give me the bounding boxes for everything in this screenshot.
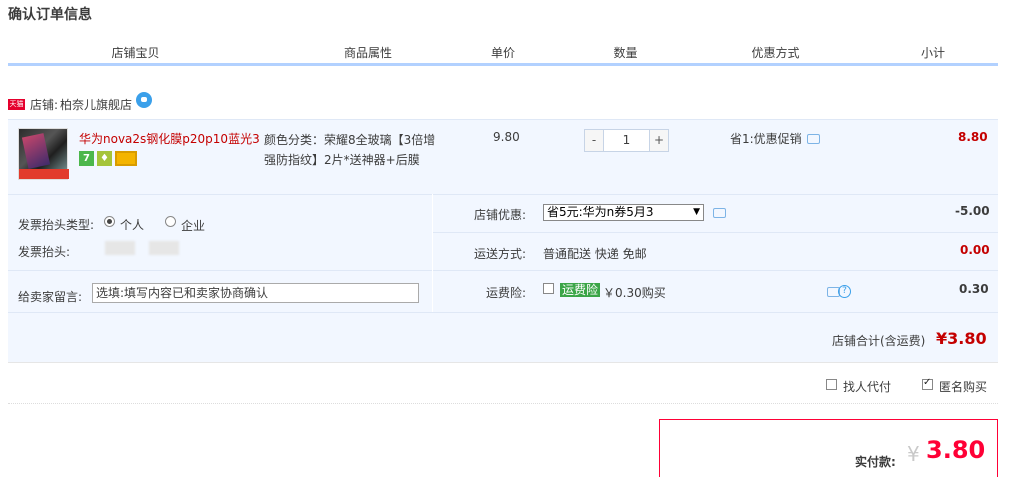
wangwang-chat-icon[interactable] — [136, 92, 153, 108]
shop-total-label: 店铺合计(含运费) — [832, 334, 926, 348]
order-table-header: 店铺宝贝 商品属性 单价 数量 优惠方式 小计 — [8, 36, 998, 66]
note-input[interactable]: 选填:填写内容已和卖家协商确认 — [92, 283, 419, 303]
insurance-tag: 运费险 — [560, 283, 601, 297]
invoice-type-company-label[interactable]: 企业 — [181, 217, 205, 234]
shop-discount-label: 店铺优惠: — [474, 208, 527, 222]
page-title: 确认订单信息 — [8, 7, 92, 23]
invoice-section: 发票抬头类型: 个人 企业 发票抬头: — [8, 194, 432, 270]
help-icon[interactable]: ? — [838, 285, 851, 298]
item-discount-text: 省1:优惠促销 — [730, 132, 802, 146]
comment-icon[interactable] — [806, 133, 820, 144]
column-header-subtotal: 小计 — [920, 46, 945, 60]
product-attributes: 颜色分类：荣耀8全玻璃【3倍增强防指纹】2片*送神器+后膜 — [264, 133, 436, 167]
insurance-label: 运费险: — [486, 286, 527, 300]
invoice-type-personal-label[interactable]: 个人 — [120, 216, 144, 233]
proxy-pay-label[interactable]: 找人代付 — [843, 378, 891, 395]
invoice-head-label: 发票抬头: — [18, 245, 71, 259]
column-header-discount: 优惠方式 — [751, 46, 800, 60]
anonymous-label[interactable]: 匿名购买 — [939, 378, 987, 395]
anonymous-checkbox[interactable] — [922, 377, 933, 390]
divider — [433, 270, 998, 271]
quantity-stepper: - 1 + — [584, 129, 669, 152]
service-badges: 7 ♦ — [79, 151, 137, 166]
order-extra-options: 找人代付 匿名购买 — [8, 370, 998, 400]
shop-discount-value: -5.00 — [955, 204, 990, 218]
seven-day-return-icon[interactable]: 7 — [79, 151, 94, 166]
divider — [8, 362, 998, 363]
invoice-type-company-radio[interactable] — [165, 216, 176, 227]
payment-summary-box: 实付款: ¥ 3.80 — [659, 419, 998, 477]
shipping-label: 运送方式: — [474, 247, 527, 261]
quantity-plus-button[interactable]: + — [649, 129, 669, 152]
product-thumbnail[interactable] — [18, 128, 69, 180]
quantity-input[interactable]: 1 — [604, 129, 649, 152]
column-header-price: 单价 — [490, 46, 515, 60]
shop-total-value: ¥3.80 — [936, 329, 987, 348]
comment-icon[interactable] — [713, 208, 726, 218]
order-item-row: 华为nova2s钢化膜p20p10蓝光3... 7 ♦ 颜色分类：荣耀8全玻璃【… — [8, 119, 998, 194]
order-options-panel: 发票抬头类型: 个人 企业 发票抬头: 给卖家留言: 选填:填写内容已和卖家协商… — [8, 194, 998, 362]
insurance-checkbox[interactable] — [543, 283, 554, 294]
invoice-type-label: 发票抬头类型: — [18, 218, 95, 232]
payment-value: 3.80 — [926, 436, 986, 464]
insurance-price-text: ￥0.30购买 — [603, 286, 666, 300]
unit-price: 9.80 — [493, 130, 520, 144]
credit-card-icon[interactable] — [115, 151, 137, 166]
shipping-method: 普通配送 快递 免邮 — [543, 247, 647, 261]
insurance-value: 0.30 — [959, 282, 989, 296]
invoice-type-personal-radio[interactable] — [104, 216, 115, 227]
column-header-attributes: 商品属性 — [343, 46, 392, 60]
shop-line: 天猫 店铺: 柏奈儿旗舰店 — [8, 92, 153, 115]
proxy-pay-checkbox[interactable] — [826, 379, 837, 390]
column-header-shop-item: 店铺宝贝 — [111, 46, 160, 60]
divider — [433, 232, 998, 233]
invoice-head-blurred-2 — [149, 241, 179, 255]
shipping-value: 0.00 — [960, 243, 990, 257]
invoice-head-blurred-1 — [105, 241, 135, 255]
divider — [8, 403, 998, 404]
guarantee-icon[interactable]: ♦ — [97, 151, 112, 166]
shop-discount-select[interactable]: 省5元:华为n券5月3 — [543, 204, 704, 221]
shop-total-section: 店铺合计(含运费) ¥3.80 — [8, 312, 998, 362]
payment-currency: ¥ — [907, 442, 920, 466]
payment-label: 实付款: — [855, 455, 896, 469]
quantity-minus-button[interactable]: - — [584, 129, 604, 152]
item-subtotal: 8.80 — [958, 130, 988, 144]
note-label: 给卖家留言: — [18, 290, 83, 304]
shop-name[interactable]: 柏奈儿旗舰店 — [60, 96, 132, 113]
item-discount: 省1:优惠促销 — [730, 130, 820, 147]
tmall-badge: 天猫 — [8, 98, 25, 110]
shop-label: 店铺: — [30, 97, 59, 112]
column-header-quantity: 数量 — [613, 46, 638, 60]
product-title-link[interactable]: 华为nova2s钢化膜p20p10蓝光3... — [79, 130, 259, 147]
note-section: 给卖家留言: 选填:填写内容已和卖家协商确认 — [8, 270, 432, 312]
